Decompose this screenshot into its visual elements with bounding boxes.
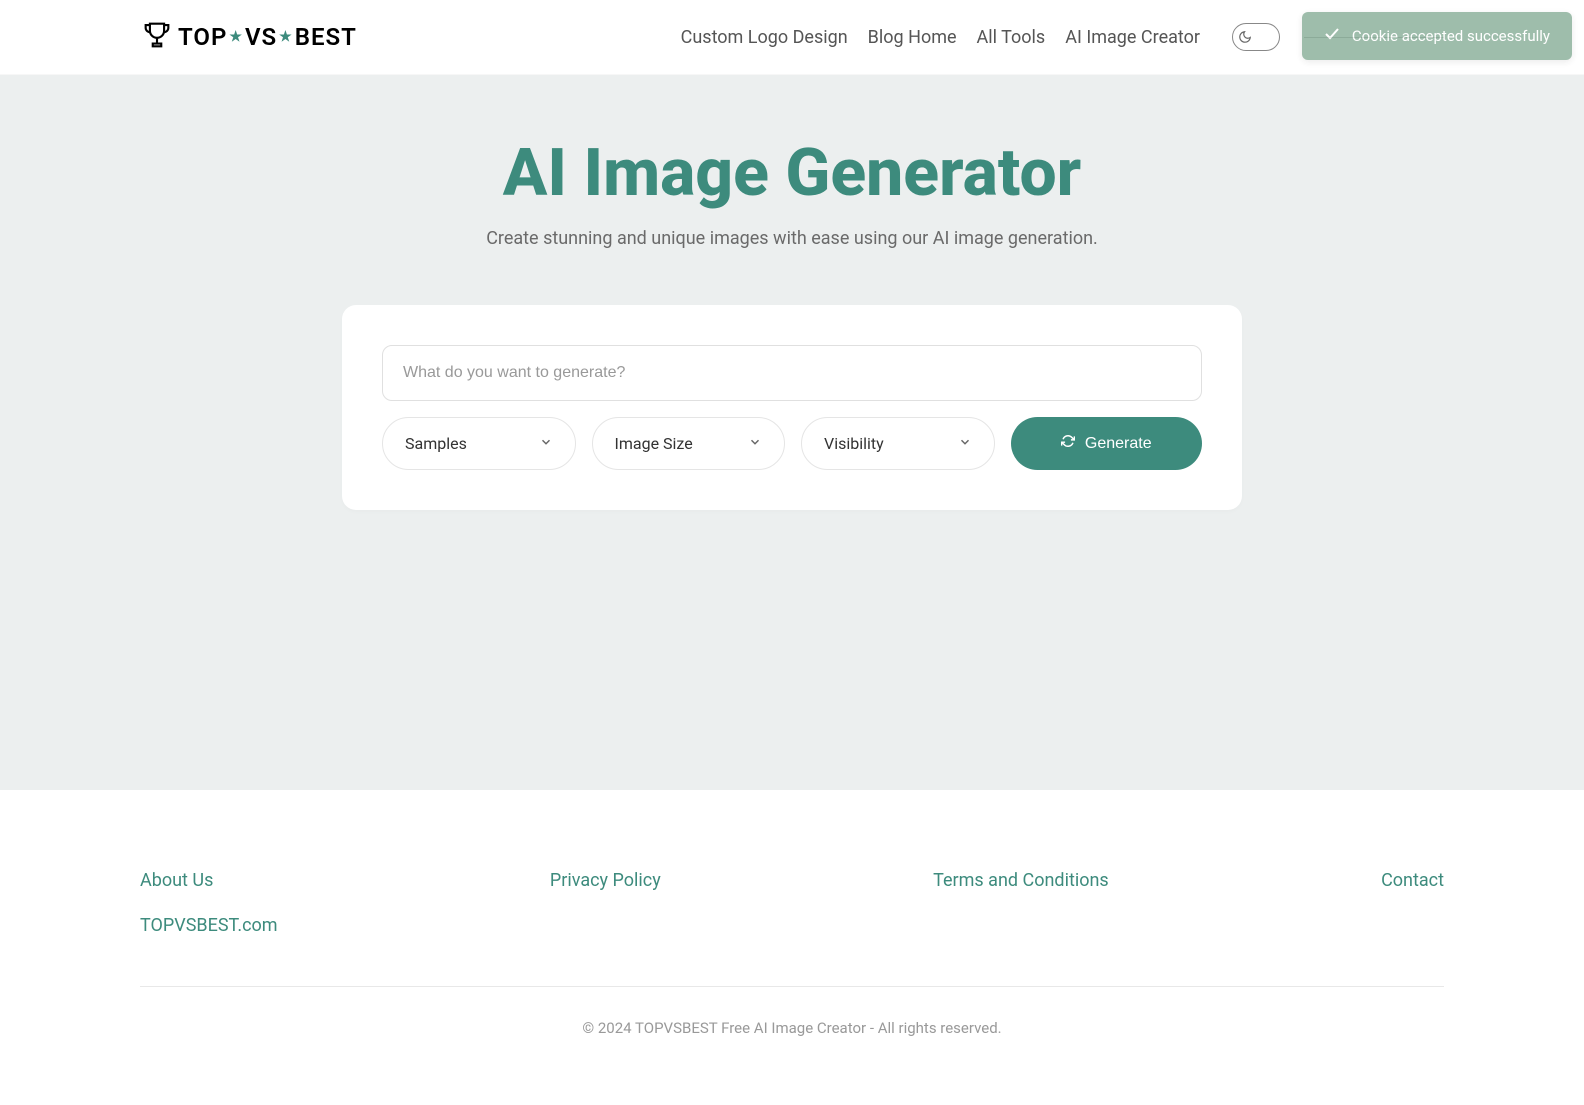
check-icon: [1324, 26, 1340, 46]
generate-label: Generate: [1085, 435, 1152, 453]
prompt-input[interactable]: [382, 345, 1202, 401]
generator-form: Samples Image Size: [342, 305, 1242, 510]
footer-link-privacy[interactable]: Privacy Policy: [550, 870, 661, 936]
nav-link-custom-logo[interactable]: Custom Logo Design: [681, 27, 848, 48]
footer-link-home[interactable]: TOPVSBEST.com: [140, 915, 278, 936]
copyright-text: © 2024 TOPVSBEST Free AI Image Creator -…: [140, 1019, 1444, 1037]
image-size-dropdown[interactable]: Image Size: [592, 417, 786, 470]
dropdown-label: Visibility: [824, 434, 884, 453]
page-subtitle: Create stunning and unique images with e…: [0, 228, 1584, 249]
hero-section: AI Image Generator Create stunning and u…: [0, 75, 1584, 790]
generate-button[interactable]: Generate: [1011, 417, 1203, 470]
chevron-down-icon: [748, 434, 762, 453]
star-icon: ★: [229, 29, 243, 45]
star-icon: ★: [279, 29, 293, 45]
dropdown-label: Image Size: [615, 434, 693, 453]
footer-link-about[interactable]: About Us: [140, 870, 278, 891]
footer-link-terms[interactable]: Terms and Conditions: [933, 870, 1109, 936]
cookie-toast: Cookie accepted successfully: [1302, 12, 1572, 60]
nav-link-all-tools[interactable]: All Tools: [977, 27, 1046, 48]
samples-dropdown[interactable]: Samples: [382, 417, 576, 470]
logo[interactable]: TOP ★ VS ★ BEST: [140, 18, 357, 56]
visibility-dropdown[interactable]: Visibility: [801, 417, 995, 470]
trophy-icon: [140, 18, 174, 56]
moon-icon: [1235, 27, 1255, 47]
dropdown-label: Samples: [405, 434, 467, 453]
theme-toggle[interactable]: [1232, 23, 1280, 51]
nav-link-blog-home[interactable]: Blog Home: [868, 27, 957, 48]
logo-text: TOP ★ VS ★ BEST: [178, 23, 357, 51]
footer: About Us TOPVSBEST.com Privacy Policy Te…: [0, 790, 1584, 1077]
chevron-down-icon: [539, 434, 553, 453]
refresh-icon: [1061, 434, 1075, 453]
toast-message: Cookie accepted successfully: [1352, 27, 1550, 45]
nav-link-ai-image-creator[interactable]: AI Image Creator: [1065, 27, 1200, 48]
chevron-down-icon: [958, 434, 972, 453]
footer-divider: [140, 986, 1444, 987]
page-title: AI Image Generator: [0, 135, 1584, 212]
footer-link-contact[interactable]: Contact: [1381, 870, 1444, 936]
